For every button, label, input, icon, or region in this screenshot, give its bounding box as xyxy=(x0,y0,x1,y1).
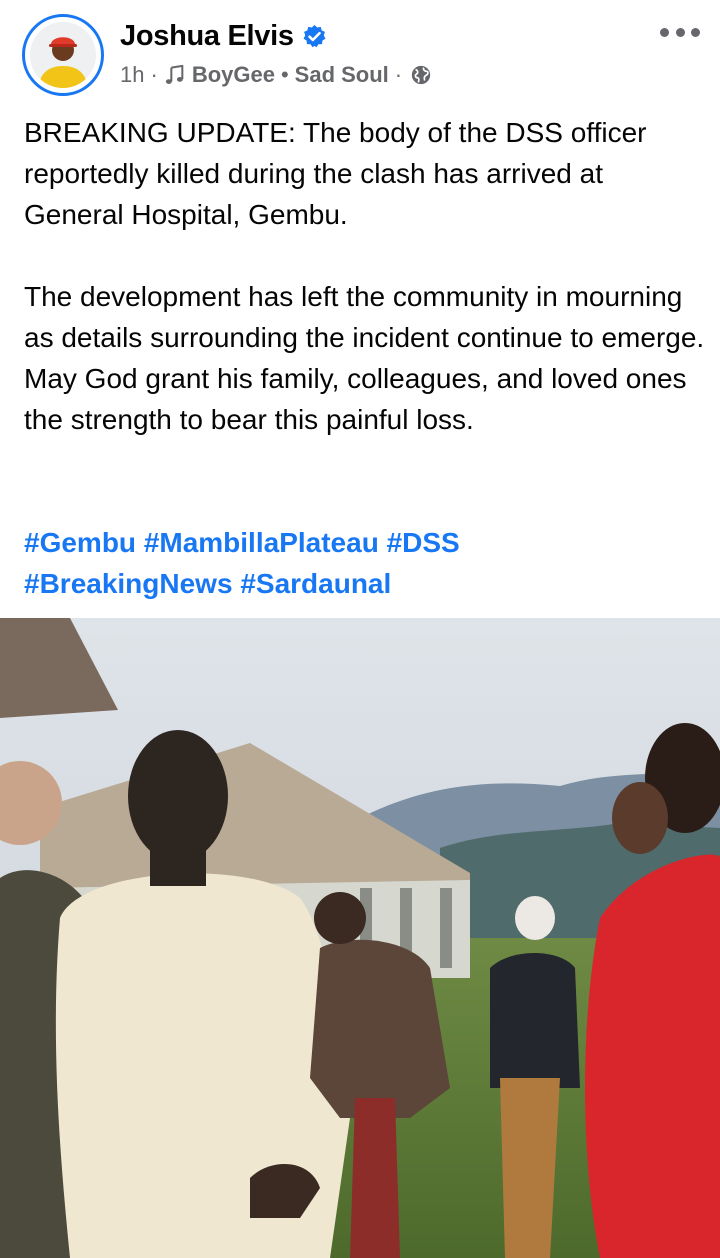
avatar-image xyxy=(30,22,96,88)
post-paragraph: The development has left the community i… xyxy=(24,281,705,435)
more-dot xyxy=(660,27,669,37)
more-dot xyxy=(675,27,685,37)
photo-scene xyxy=(0,618,720,1258)
post-paragraph: BREAKING UPDATE: The body of the DSS off… xyxy=(24,117,647,230)
separator-dot: • xyxy=(280,62,289,87)
post-time[interactable]: 1h xyxy=(120,62,144,88)
separator-dot: · xyxy=(150,62,158,87)
hashtag-link[interactable]: #DSS xyxy=(387,527,460,558)
hashtag-link[interactable]: #MambillaPlateau xyxy=(144,527,379,558)
post-meta: 1h · BoyGee • Sad Soul · xyxy=(120,60,432,90)
post-header: Joshua Elvis 1h · BoyGee • Sad Soul · xyxy=(0,0,720,110)
more-options-icon[interactable] xyxy=(660,24,700,40)
audio-artist[interactable]: BoyGee xyxy=(192,62,275,88)
author-name[interactable]: Joshua Elvis xyxy=(120,20,294,53)
music-note-icon xyxy=(165,64,184,84)
author-avatar-ring[interactable] xyxy=(22,14,104,96)
verified-badge-icon xyxy=(303,24,326,47)
globe-icon[interactable] xyxy=(410,64,432,86)
hashtag-link[interactable]: #BreakingNews xyxy=(24,568,233,599)
hashtag-list: #Gembu #MambillaPlateau #DSS #BreakingNe… xyxy=(24,522,708,604)
hashtag-link[interactable]: #Sardaunal xyxy=(240,568,391,599)
post-photo[interactable] xyxy=(0,618,720,1258)
audio-title[interactable]: Sad Soul xyxy=(295,62,389,88)
author-row: Joshua Elvis xyxy=(120,16,327,56)
avatar[interactable] xyxy=(30,22,96,88)
post-text: BREAKING UPDATE: The body of the DSS off… xyxy=(24,112,708,440)
more-dot xyxy=(691,27,700,37)
separator-dot: · xyxy=(394,62,403,87)
hashtag-link[interactable]: #Gembu xyxy=(24,527,136,558)
